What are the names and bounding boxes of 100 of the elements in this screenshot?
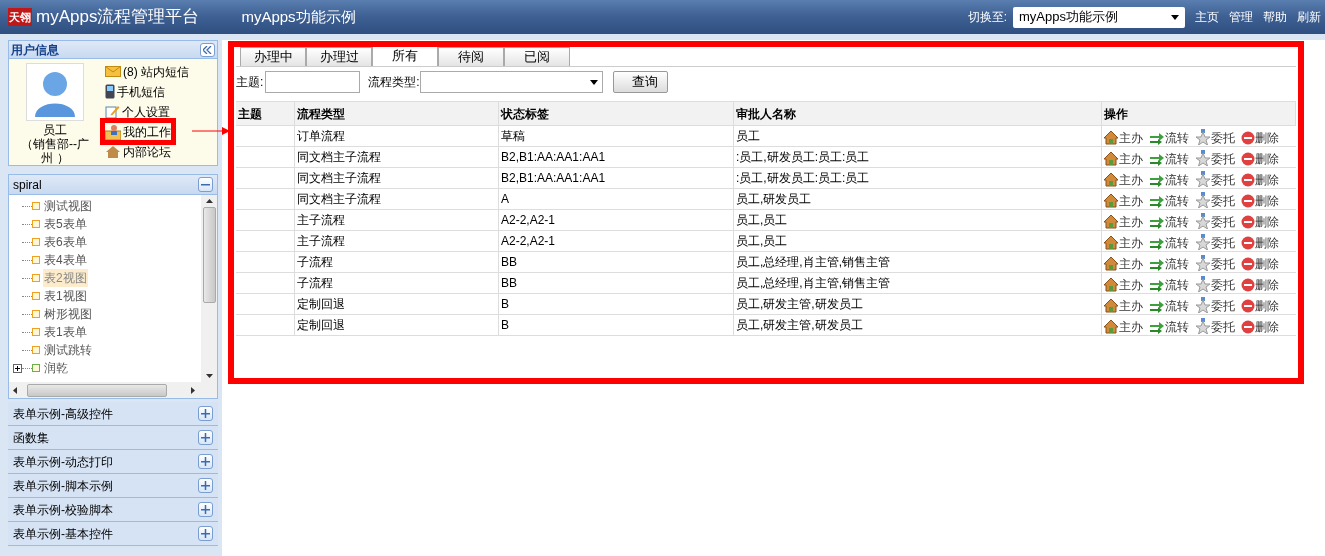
arrows-icon	[1149, 133, 1165, 145]
table-cell: 主子流程	[295, 231, 499, 251]
row-action-link[interactable]: 流转	[1149, 321, 1189, 334]
row-action-link[interactable]: 删除	[1241, 152, 1279, 166]
scroll-up-icon[interactable]	[205, 199, 213, 203]
tab[interactable]: 待阅	[438, 47, 504, 66]
user-menu-link[interactable]: 个人设置	[105, 103, 170, 120]
column-header: 流程类型	[295, 102, 499, 125]
row-action-link[interactable]: 主办	[1103, 151, 1143, 166]
nav-link[interactable]: 刷新	[1297, 8, 1321, 26]
row-action-link[interactable]: 删除	[1241, 131, 1279, 145]
row-action-link[interactable]: 删除	[1241, 236, 1279, 250]
row-action-link[interactable]: 删除	[1241, 257, 1279, 271]
row-action-link[interactable]: 委托	[1195, 297, 1235, 313]
accordion-header[interactable]: 表单示例-校验脚本	[8, 498, 218, 522]
minus-circle-icon	[1241, 236, 1255, 250]
row-action-link[interactable]: 流转	[1149, 237, 1189, 250]
minus-circle-icon	[1241, 194, 1255, 208]
tree-expander[interactable]	[13, 363, 22, 373]
row-action-link[interactable]: 流转	[1149, 300, 1189, 313]
scroll-down-icon[interactable]	[205, 374, 213, 378]
accordion-header[interactable]: 表单示例-脚本示例	[8, 474, 218, 498]
arrows-icon	[1149, 217, 1165, 229]
row-action-link[interactable]: 委托	[1195, 171, 1235, 187]
row-action-link[interactable]: 委托	[1195, 276, 1235, 292]
expand-button[interactable]	[198, 406, 213, 421]
user-menu-link[interactable]: 手机短信	[105, 83, 165, 100]
subject-field[interactable]	[265, 71, 361, 93]
nav-link[interactable]: 主页	[1195, 8, 1219, 26]
horizontal-scrollbar[interactable]	[9, 382, 217, 398]
accordion-header[interactable]: 表单示例-高级控件	[8, 402, 218, 426]
tab[interactable]: 办理过	[306, 47, 372, 66]
accordion-header[interactable]: 表单示例-动态打印	[8, 450, 218, 474]
tree-item[interactable]: 测试跳转	[43, 341, 93, 359]
row-action-link[interactable]: 主办	[1103, 193, 1143, 208]
expand-button[interactable]	[198, 478, 213, 493]
row-action-link[interactable]: 主办	[1103, 298, 1143, 313]
accordion-header[interactable]: 函数集	[8, 426, 218, 450]
type-label: 流程类型:	[368, 74, 420, 91]
collapse-sidebar-button[interactable]	[200, 42, 215, 57]
page-icon	[32, 346, 40, 354]
user-menu-link[interactable]: (8) 站内短信	[105, 63, 189, 80]
row-action-link[interactable]: 主办	[1103, 277, 1143, 292]
row-action-link[interactable]: 主办	[1103, 130, 1143, 145]
tree-item[interactable]: 润乾	[43, 359, 69, 377]
row-action-link[interactable]: 流转	[1149, 258, 1189, 271]
row-action-link[interactable]: 委托	[1195, 234, 1235, 250]
row-action-link[interactable]: 删除	[1241, 320, 1279, 334]
row-action-link[interactable]: 流转	[1149, 216, 1189, 229]
row-action-link[interactable]: 主办	[1103, 319, 1143, 334]
row-action-link[interactable]: 主办	[1103, 172, 1143, 187]
tab[interactable]: 已阅	[504, 47, 570, 66]
accordion-header[interactable]: 表单示例-基本控件	[8, 522, 218, 546]
row-action-link[interactable]: 删除	[1241, 215, 1279, 229]
tab[interactable]: 所有	[372, 46, 438, 66]
row-action-link[interactable]: 委托	[1195, 318, 1235, 334]
table-cell: A2-2,A2-1	[499, 231, 734, 251]
annotation-arrow	[192, 126, 230, 136]
row-action-link[interactable]: 委托	[1195, 150, 1235, 166]
row-action-link[interactable]: 删除	[1241, 194, 1279, 208]
row-action-link[interactable]: 删除	[1241, 173, 1279, 187]
row-action-link[interactable]: 流转	[1149, 279, 1189, 292]
search-button[interactable]: 查询	[612, 71, 668, 93]
row-action-link[interactable]: 流转	[1149, 132, 1189, 145]
row-action-link[interactable]: 主办	[1103, 235, 1143, 250]
row-action-link[interactable]: 流转	[1149, 174, 1189, 187]
tree-item[interactable]: 表4表单	[43, 251, 88, 269]
table-cell: 定制回退	[295, 315, 499, 335]
tree-item[interactable]: 表1视图	[43, 287, 88, 305]
tree-item[interactable]: 表6表单	[43, 233, 88, 251]
tree-item[interactable]: 表1表单	[43, 323, 88, 341]
collapse-button[interactable]	[198, 177, 213, 192]
tree-item[interactable]: 表5表单	[43, 215, 88, 233]
row-action-link[interactable]: 委托	[1195, 255, 1235, 271]
nav-link[interactable]: 帮助	[1263, 8, 1287, 26]
row-action-link[interactable]: 委托	[1195, 192, 1235, 208]
tree-item[interactable]: 测试视图	[43, 197, 93, 215]
house-icon	[105, 144, 121, 159]
row-action-link[interactable]: 主办	[1103, 256, 1143, 271]
expand-button[interactable]	[198, 454, 213, 469]
expand-button[interactable]	[198, 526, 213, 541]
scroll-left-icon[interactable]	[13, 386, 17, 394]
user-menu-link[interactable]: 内部论坛	[105, 143, 171, 160]
scroll-right-icon[interactable]	[191, 386, 195, 394]
nav-link[interactable]: 管理	[1229, 8, 1253, 26]
row-action-link[interactable]: 委托	[1195, 213, 1235, 229]
expand-button[interactable]	[198, 430, 213, 445]
vertical-scrollbar[interactable]	[201, 195, 217, 382]
house-icon	[1103, 256, 1119, 271]
row-action-link[interactable]: 流转	[1149, 153, 1189, 166]
row-action-link[interactable]: 删除	[1241, 299, 1279, 313]
page-icon	[32, 256, 40, 264]
row-action-link[interactable]: 删除	[1241, 278, 1279, 292]
switch-select[interactable]: myApps功能示例	[1013, 6, 1185, 28]
tree-item[interactable]: 树形视图	[43, 305, 93, 323]
row-action-link[interactable]: 主办	[1103, 214, 1143, 229]
row-action-link[interactable]: 流转	[1149, 195, 1189, 208]
tab[interactable]: 办理中	[240, 47, 306, 66]
expand-button[interactable]	[198, 502, 213, 517]
row-action-link[interactable]: 委托	[1195, 129, 1235, 145]
